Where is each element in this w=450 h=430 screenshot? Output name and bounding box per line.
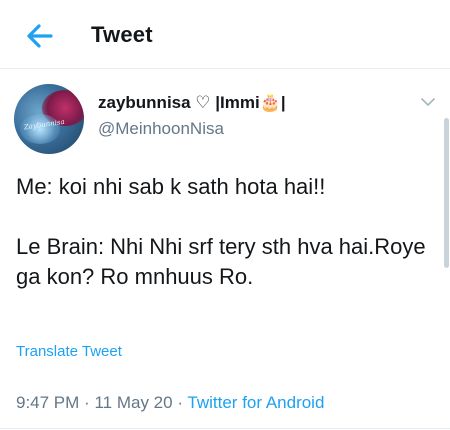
display-name[interactable]: zaybunnisa ♡ |Immi🎂| — [98, 93, 286, 113]
meta-separator: · — [177, 393, 183, 412]
scrollbar[interactable] — [444, 118, 449, 268]
tweet-text-line: Le Brain: Nhi Nhi srf tery sth hva hai.R… — [16, 234, 426, 289]
tweet-time: 9:47 PM — [16, 393, 80, 412]
top-bar: Tweet — [0, 0, 450, 69]
tweet-source-link[interactable]: Twitter for Android — [187, 393, 324, 412]
divider — [0, 428, 450, 429]
more-options-button[interactable] — [418, 92, 438, 112]
avatar[interactable]: Zaybunnisa — [14, 84, 84, 154]
meta-separator: · — [84, 393, 90, 412]
tweet-meta: 9:47 PM · 11 May 20 · Twitter for Androi… — [16, 393, 324, 413]
page-title: Tweet — [91, 22, 153, 47]
translate-tweet-link[interactable]: Translate Tweet — [16, 343, 122, 360]
tweet-date: 11 May 20 — [94, 393, 173, 412]
back-button[interactable] — [24, 20, 56, 52]
tweet-text: Me: koi nhi sab k sath hota hai!! Le Bra… — [16, 172, 426, 292]
chevron-down-icon — [421, 98, 435, 106]
user-handle[interactable]: @MeinhoonNisa — [98, 119, 224, 139]
tweet-text-line: Me: koi nhi sab k sath hota hai!! — [16, 174, 326, 199]
arrow-left-icon — [27, 24, 53, 48]
